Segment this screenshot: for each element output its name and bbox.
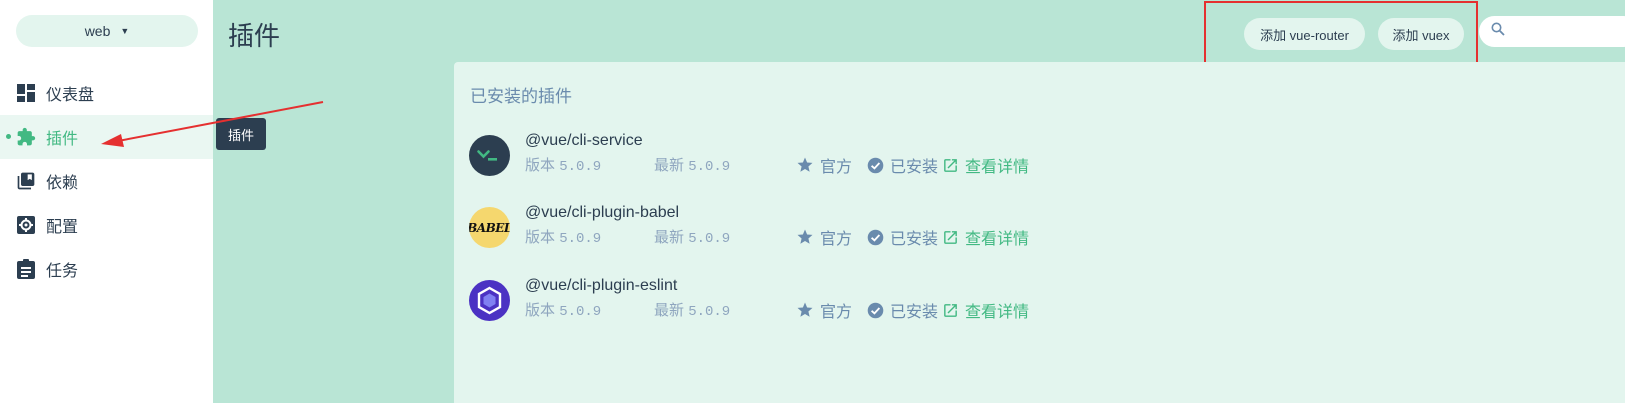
project-selector[interactable]: web ▼ bbox=[16, 15, 198, 47]
plugin-latest-version: 最新 5.0.9 bbox=[654, 299, 730, 320]
settings-icon bbox=[16, 215, 36, 235]
cli-service-logo bbox=[469, 135, 510, 176]
sidebar-item-label: 依赖 bbox=[46, 175, 79, 192]
check-circle-icon bbox=[866, 228, 884, 246]
latest-value: 5.0.9 bbox=[688, 231, 731, 247]
latest-label: 最新 bbox=[654, 302, 685, 319]
eslint-logo bbox=[469, 280, 510, 321]
view-details-link[interactable]: 查看详情 bbox=[941, 225, 1029, 249]
puzzle-icon bbox=[16, 127, 36, 147]
assignment-icon bbox=[16, 259, 36, 279]
version-label: 版本 bbox=[525, 229, 556, 246]
latest-value: 5.0.9 bbox=[688, 159, 731, 175]
star-icon bbox=[796, 228, 814, 246]
sidebar-item-tasks[interactable]: 任务 bbox=[0, 247, 213, 291]
official-badge: 官方 bbox=[796, 153, 852, 177]
installed-label: 已安装 bbox=[890, 159, 939, 176]
latest-label: 最新 bbox=[654, 157, 685, 174]
official-label: 官方 bbox=[820, 304, 853, 321]
babel-logo: BABEL bbox=[469, 207, 510, 248]
sidebar-item-label: 插件 bbox=[46, 131, 79, 148]
view-details-link[interactable]: 查看详情 bbox=[941, 298, 1029, 322]
check-circle-icon bbox=[866, 301, 884, 319]
official-label: 官方 bbox=[820, 231, 853, 248]
official-badge: 官方 bbox=[796, 298, 852, 322]
caret-down-icon: ▼ bbox=[120, 26, 130, 36]
open-in-new-icon bbox=[941, 228, 959, 246]
installed-badge: 已安装 bbox=[866, 298, 938, 322]
star-icon bbox=[796, 156, 814, 174]
installed-badge: 已安装 bbox=[866, 153, 938, 177]
library-icon bbox=[16, 171, 36, 191]
plugin-latest-version: 最新 5.0.9 bbox=[654, 226, 730, 247]
sidebar-item-label: 任务 bbox=[46, 263, 79, 280]
plugin-version: 版本 5.0.9 bbox=[525, 299, 601, 320]
star-icon bbox=[796, 301, 814, 319]
sidebar-item-dependencies[interactable]: 依赖 bbox=[0, 159, 213, 203]
add-vuex-button[interactable]: 添加 vuex bbox=[1378, 18, 1464, 50]
search-box[interactable] bbox=[1479, 16, 1625, 47]
sidebar-item-label: 仪表盘 bbox=[46, 87, 95, 104]
tooltip: 插件 bbox=[216, 118, 266, 150]
plugin-item[interactable]: BABEL @vue/cli-plugin-babel 版本 5.0.9 最新 … bbox=[469, 204, 1569, 256]
installed-plugins-panel: 已安装的插件 @vue/cli-service 版本 5.0.9 最新 5.0.… bbox=[454, 62, 1625, 403]
latest-value: 5.0.9 bbox=[688, 304, 731, 320]
page-title: 插件 bbox=[228, 21, 281, 51]
view-details-link[interactable]: 查看详情 bbox=[941, 153, 1029, 177]
installed-badge: 已安装 bbox=[866, 225, 938, 249]
details-label: 查看详情 bbox=[965, 159, 1030, 176]
version-label: 版本 bbox=[525, 302, 556, 319]
search-input[interactable] bbox=[1513, 24, 1625, 39]
plugin-latest-version: 最新 5.0.9 bbox=[654, 154, 730, 175]
version-value: 5.0.9 bbox=[559, 159, 602, 175]
search-icon bbox=[1491, 22, 1505, 41]
version-label: 版本 bbox=[525, 157, 556, 174]
dashboard-icon bbox=[16, 83, 36, 103]
open-in-new-icon bbox=[941, 301, 959, 319]
add-vue-router-button[interactable]: 添加 vue-router bbox=[1244, 18, 1365, 50]
open-in-new-icon bbox=[941, 156, 959, 174]
plugin-version: 版本 5.0.9 bbox=[525, 154, 601, 175]
check-circle-icon bbox=[866, 156, 884, 174]
project-name: web bbox=[84, 23, 111, 39]
official-label: 官方 bbox=[820, 159, 853, 176]
panel-title: 已安装的插件 bbox=[470, 87, 572, 106]
details-label: 查看详情 bbox=[965, 304, 1030, 321]
plugin-name: @vue/cli-service bbox=[525, 132, 643, 149]
sidebar-item-dashboard[interactable]: 仪表盘 bbox=[0, 71, 213, 115]
details-label: 查看详情 bbox=[965, 231, 1030, 248]
sidebar-item-configuration[interactable]: 配置 bbox=[0, 203, 213, 247]
plugin-item[interactable]: @vue/cli-service 版本 5.0.9 最新 5.0.9 官方 已安… bbox=[469, 132, 1569, 184]
installed-label: 已安装 bbox=[890, 231, 939, 248]
sidebar-item-label: 配置 bbox=[46, 219, 79, 236]
installed-label: 已安装 bbox=[890, 304, 939, 321]
latest-label: 最新 bbox=[654, 229, 685, 246]
sidebar: web ▼ 仪表盘 插件 依赖 配置 任务 bbox=[0, 0, 213, 403]
sidebar-nav: 仪表盘 插件 依赖 配置 任务 bbox=[0, 71, 213, 291]
version-value: 5.0.9 bbox=[559, 304, 602, 320]
plugin-name: @vue/cli-plugin-babel bbox=[525, 204, 680, 221]
sidebar-item-plugins[interactable]: 插件 bbox=[0, 115, 213, 159]
annotation-highlight-box: 添加 vue-router 添加 vuex bbox=[1204, 1, 1478, 65]
version-value: 5.0.9 bbox=[559, 231, 602, 247]
plugin-item[interactable]: @vue/cli-plugin-eslint 版本 5.0.9 最新 5.0.9… bbox=[469, 277, 1569, 329]
plugin-version: 版本 5.0.9 bbox=[525, 226, 601, 247]
active-indicator bbox=[6, 134, 11, 139]
plugin-name: @vue/cli-plugin-eslint bbox=[525, 277, 678, 294]
official-badge: 官方 bbox=[796, 225, 852, 249]
